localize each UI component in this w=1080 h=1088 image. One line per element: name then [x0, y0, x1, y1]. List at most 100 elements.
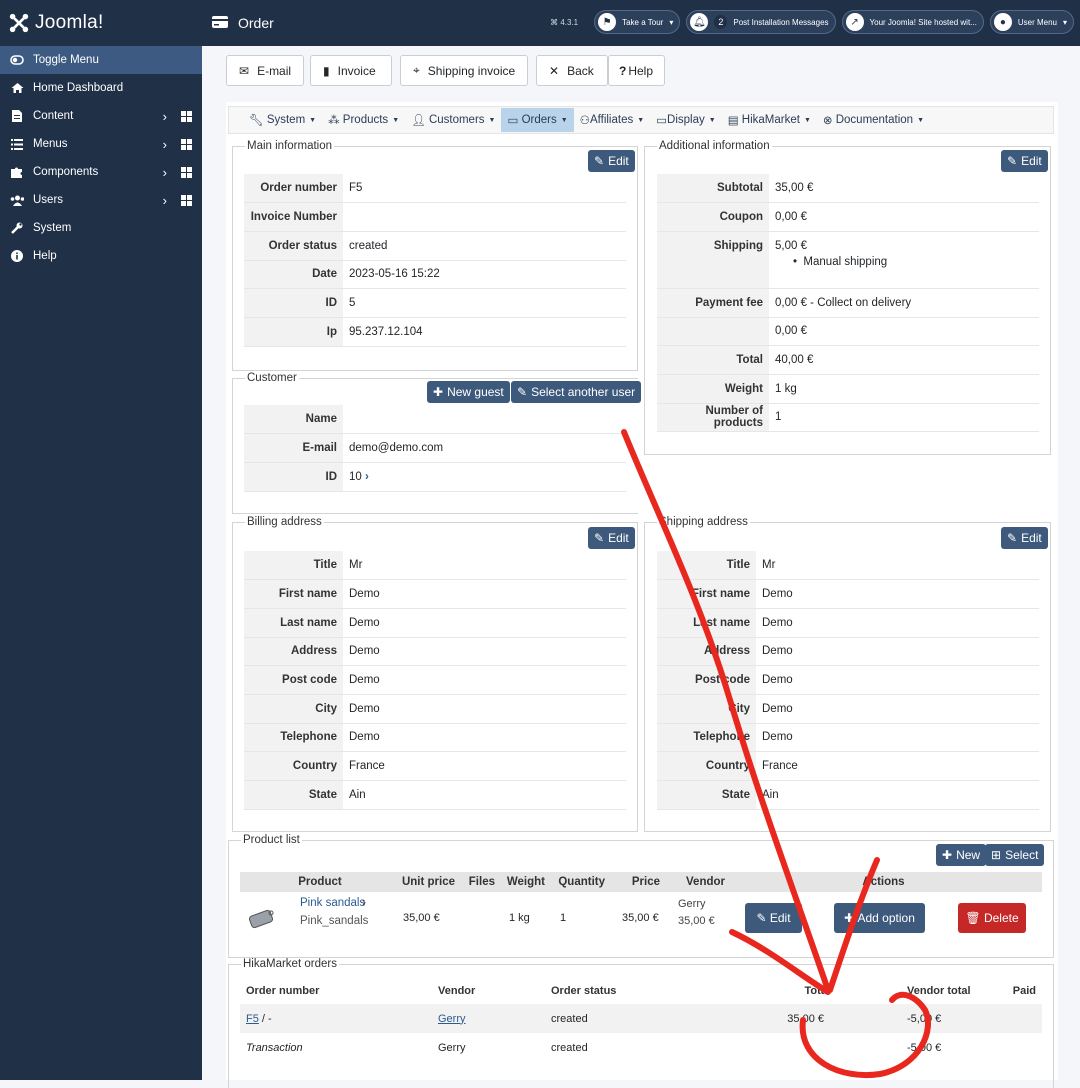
subtotal-label: Subtotal: [657, 174, 769, 204]
subtotal-value: 35,00 €: [769, 174, 1039, 204]
invoice-button[interactable]: ▮ Invoice: [310, 55, 392, 86]
table-row: State Ain: [244, 780, 626, 810]
sidebar-item-toggle-menu[interactable]: Toggle Menu: [0, 46, 202, 74]
edit-label: Edit: [1021, 531, 1042, 545]
col-files: Files: [455, 872, 495, 892]
product-edit-button[interactable]: ✎ Edit: [745, 903, 802, 933]
shipping-invoice-label: Shipping invoice: [427, 63, 516, 78]
chevron-right-icon: ›: [162, 164, 167, 180]
sidebar-item-help[interactable]: Help: [0, 242, 202, 270]
submenu-affiliates[interactable]: ⚇ Affiliates ▼: [580, 113, 645, 127]
additional-info-edit-button[interactable]: ✎ Edit: [1001, 150, 1048, 172]
sidebar-item-menus[interactable]: Menus ›: [0, 130, 202, 158]
hm-vendor-link[interactable]: Gerry: [438, 1013, 466, 1025]
col-weight: Weight: [495, 872, 545, 892]
submenu-display-label: Display: [667, 114, 705, 126]
shipping-field-label: City: [657, 694, 756, 724]
chevron-right-icon[interactable]: ›: [365, 471, 369, 483]
sidebar-item-users[interactable]: Users ›: [0, 186, 202, 214]
submenu-hikamarket[interactable]: ▤ HikaMarket ▼: [728, 113, 811, 127]
shipping-field-value: Demo: [756, 579, 1039, 609]
hm-paid: [972, 1033, 1042, 1062]
dashboard-grid-icon[interactable]: [181, 110, 192, 122]
dashboard-grid-icon[interactable]: [181, 166, 192, 178]
joomla-logo[interactable]: Joomla!: [0, 0, 202, 46]
hm-paid: [972, 1004, 1042, 1033]
table-row: Title Mr: [244, 551, 626, 581]
hikamarket-orders-table: Order number Vendor Order status Total V…: [240, 978, 1042, 1062]
edit-label: Edit: [608, 531, 629, 545]
new-guest-button[interactable]: ✚ New guest: [427, 381, 510, 403]
billing-field-value: Demo: [343, 665, 626, 695]
product-name-link[interactable]: Pink sandals: [300, 897, 365, 909]
product-thumbnail[interactable]: [246, 905, 280, 931]
back-button[interactable]: ✕ Back: [536, 55, 608, 86]
plus-icon: ✚: [844, 911, 855, 925]
email-button[interactable]: ✉ E-mail: [226, 55, 304, 86]
submenu-customers[interactable]: 👤︎ Customers ▼: [411, 113, 495, 127]
select-product-button[interactable]: ⊞ Select: [985, 844, 1045, 866]
table-row: Address Demo: [244, 637, 626, 667]
shipping-edit-button[interactable]: ✎ Edit: [1001, 527, 1048, 549]
table-row: ID 10 ›: [244, 462, 626, 492]
billing-field-label: State: [244, 780, 343, 810]
lifebuoy-icon: ⊗: [822, 115, 833, 127]
customer-table: Name E-mail demo@demo.com ID 10 ›: [244, 405, 626, 492]
table-row: Name: [244, 405, 626, 435]
select-another-user-button[interactable]: ✎ Select another user: [511, 381, 642, 403]
delete-product-button[interactable]: 🗑︎ Delete: [958, 903, 1026, 933]
table-row: Coupon 0,00 €: [657, 202, 1039, 232]
billing-edit-button[interactable]: ✎ Edit: [588, 527, 635, 549]
top-header: Order ⌘ 4.3.1 ⚑ Take a Tour ▾ 🔔︎ 2 Post …: [202, 0, 1080, 46]
signpost-icon: ⚑: [598, 13, 617, 31]
hm-order-suffix: / -: [258, 1012, 272, 1025]
main-info-edit-button[interactable]: ✎ Edit: [588, 150, 635, 172]
sidebar-item-home-dashboard[interactable]: Home Dashboard: [0, 74, 202, 102]
hm-order-link[interactable]: F5: [246, 1013, 259, 1025]
invoice-number-value: [343, 202, 626, 232]
customer-name-value: [343, 405, 626, 435]
submenu-orders[interactable]: ▭ Orders ▼: [501, 108, 574, 132]
chevron-right-icon: ›: [162, 192, 167, 208]
col-quantity: Quantity: [545, 872, 605, 892]
sidebar-item-label: Toggle Menu: [33, 54, 99, 66]
blank-value: 0,00 €: [769, 317, 1039, 347]
submenu-system[interactable]: 🔧︎ System ▼: [249, 113, 316, 127]
col-price: Price: [605, 872, 660, 892]
sidebar-item-components[interactable]: Components ›: [0, 158, 202, 186]
caret-down-icon: ▼: [708, 116, 716, 124]
number-of-products-value: 1: [769, 403, 1039, 433]
take-tour-button[interactable]: ⚑ Take a Tour ▾: [594, 10, 681, 34]
submenu-display[interactable]: ▭ Display ▼: [656, 113, 716, 127]
new-product-button[interactable]: ✚ New: [936, 844, 987, 866]
site-link-button[interactable]: ↗ Your Joomla! Site hosted wit...: [841, 10, 984, 34]
submenu-products[interactable]: ⁂ Products ▼: [328, 113, 399, 127]
dashboard-grid-icon[interactable]: [181, 194, 192, 206]
table-row: Title Mr: [657, 551, 1039, 581]
sidebar-item-system[interactable]: System: [0, 214, 202, 242]
user-menu-button[interactable]: ● User Menu ▾: [989, 10, 1074, 34]
hikamarket-orders-legend: HikaMarket orders: [243, 958, 337, 970]
table-row: Date 2023-05-16 15:22: [244, 260, 626, 290]
additional-information-legend: Additional information: [659, 140, 770, 152]
post-installation-button[interactable]: 🔔︎ 2 Post Installation Messages: [686, 10, 836, 34]
table-row: City Demo: [244, 694, 626, 724]
chevron-right-icon[interactable]: ›: [362, 895, 366, 909]
shipping-cell: 5,00 € • Manual shipping: [769, 231, 1039, 289]
hm-order-cell: F5 / -: [240, 1004, 432, 1033]
shipping-field-value: Demo: [756, 608, 1039, 638]
help-button[interactable]: ? Help: [608, 55, 665, 86]
col-vendor: Vendor: [660, 872, 725, 892]
dashboard-grid-icon[interactable]: [181, 138, 192, 150]
pencil-icon: ✎: [1007, 154, 1018, 168]
sidebar-item-content[interactable]: Content ›: [0, 102, 202, 130]
shipping-field-label: Address: [657, 637, 756, 667]
users-icon: [10, 195, 24, 206]
date-label: Date: [244, 260, 343, 290]
shipping-invoice-button[interactable]: ⌖ Shipping invoice: [400, 55, 528, 86]
submenu-documentation[interactable]: ⊗ Documentation ▼: [823, 113, 924, 127]
add-option-button[interactable]: ✚ Add option: [834, 903, 925, 933]
table-row: Post code Demo: [657, 665, 1039, 695]
chevron-right-icon: ›: [162, 108, 167, 124]
chevron-right-icon: ›: [162, 136, 167, 152]
